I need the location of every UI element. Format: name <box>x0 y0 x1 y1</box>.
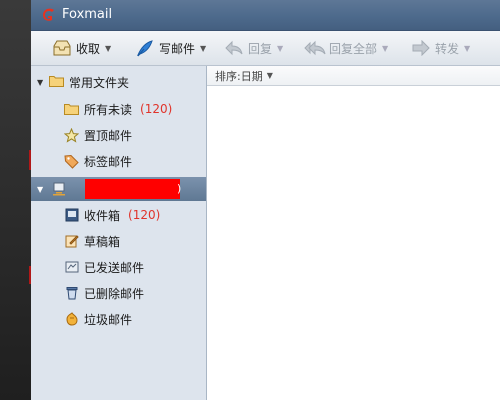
title-bar: Foxmail <box>31 0 500 31</box>
receive-button[interactable]: 收取 ▼ <box>51 31 111 65</box>
chevron-down-icon[interactable]: ▼ <box>267 71 273 80</box>
folder-sent[interactable]: 已发送邮件 <box>64 255 144 279</box>
unread-count: (120) <box>140 102 173 116</box>
account-node[interactable]: ▼ ) <box>31 177 206 201</box>
forward-button[interactable]: 转发 ▼ <box>410 31 470 65</box>
tag-icon <box>64 154 79 169</box>
folder-drafts[interactable]: 草稿箱 <box>64 229 120 253</box>
folder-label: 标签邮件 <box>84 154 133 169</box>
junk-icon <box>64 312 79 327</box>
chevron-down-icon[interactable]: ▼ <box>200 44 206 53</box>
compose-button[interactable]: 写邮件 ▼ <box>134 31 206 65</box>
sort-header[interactable]: 排序:日期 ▼ <box>207 66 500 86</box>
folder-all-unread[interactable]: 所有未读 (120) <box>64 97 172 121</box>
common-folders-label: 常用文件夹 <box>69 75 130 90</box>
redacted-account-name <box>85 179 180 199</box>
folder-deleted[interactable]: 已删除邮件 <box>64 281 144 305</box>
expand-arrow-icon[interactable]: ▼ <box>37 185 48 194</box>
folder-label: 垃圾邮件 <box>84 312 133 327</box>
star-icon <box>64 127 79 143</box>
chevron-down-icon[interactable]: ▼ <box>382 44 388 53</box>
folder-icon <box>49 75 65 89</box>
desktop-background <box>0 0 31 400</box>
common-folders-node[interactable]: ▼ 常用文件夹 <box>31 70 129 94</box>
expand-arrow-icon[interactable]: ▼ <box>37 78 48 87</box>
folder-tagged-mail[interactable]: 标签邮件 <box>64 149 132 173</box>
folder-sidebar: ▼ 常用文件夹 所有未读 (120) 置顶邮件 标签邮件 ▼) 收件箱 (12… <box>31 66 207 400</box>
toolbar: 收取 ▼ 写邮件 ▼ 回复 ▼ 回复全部 ▼ 转发 ▼ <box>31 31 500 66</box>
reply-all-icon <box>304 38 326 58</box>
account-name-tail: ) <box>177 182 182 195</box>
compose-label: 写邮件 <box>159 41 196 56</box>
forward-label: 转发 <box>435 41 460 56</box>
folder-pinned-mail[interactable]: 置顶邮件 <box>64 123 132 147</box>
sort-label: 排序:日期 <box>215 69 263 83</box>
chevron-down-icon[interactable]: ▼ <box>277 44 283 53</box>
foxmail-logo-icon <box>43 8 54 21</box>
app-title: Foxmail <box>62 7 113 22</box>
folder-label: 收件箱 <box>84 208 121 223</box>
chevron-down-icon[interactable]: ▼ <box>464 44 470 53</box>
drafts-icon <box>64 234 79 249</box>
chevron-down-icon[interactable]: ▼ <box>105 44 111 53</box>
folder-label: 置顶邮件 <box>84 128 133 143</box>
reply-all-button[interactable]: 回复全部 ▼ <box>304 31 388 65</box>
folder-label: 已发送邮件 <box>84 260 145 275</box>
folder-icon <box>64 102 79 117</box>
inbox-icon <box>64 208 79 223</box>
feather-pen-icon <box>134 38 156 58</box>
mail-list-pane: 排序:日期 ▼ <box>207 66 500 400</box>
folder-inbox[interactable]: 收件箱 (120) <box>64 203 160 227</box>
reply-arrow-icon <box>223 38 245 58</box>
reply-button[interactable]: 回复 ▼ <box>223 31 283 65</box>
trash-icon <box>64 286 79 301</box>
receive-label: 收取 <box>76 41 101 56</box>
unread-count: (120) <box>128 208 161 222</box>
foxmail-window: Foxmail 收取 ▼ 写邮件 ▼ 回复 ▼ 回复全部 ▼ 转发 ▼ ▼ 常用… <box>31 0 500 400</box>
reply-all-label: 回复全部 <box>329 41 378 56</box>
folder-label: 所有未读 <box>84 102 133 117</box>
inbox-tray-icon <box>51 38 73 58</box>
sent-icon <box>64 260 79 275</box>
account-computer-icon <box>52 182 66 196</box>
forward-arrow-icon <box>410 38 432 58</box>
folder-label: 草稿箱 <box>84 234 121 249</box>
reply-label: 回复 <box>248 41 273 56</box>
folder-junk[interactable]: 垃圾邮件 <box>64 307 132 331</box>
folder-label: 已删除邮件 <box>84 286 145 301</box>
